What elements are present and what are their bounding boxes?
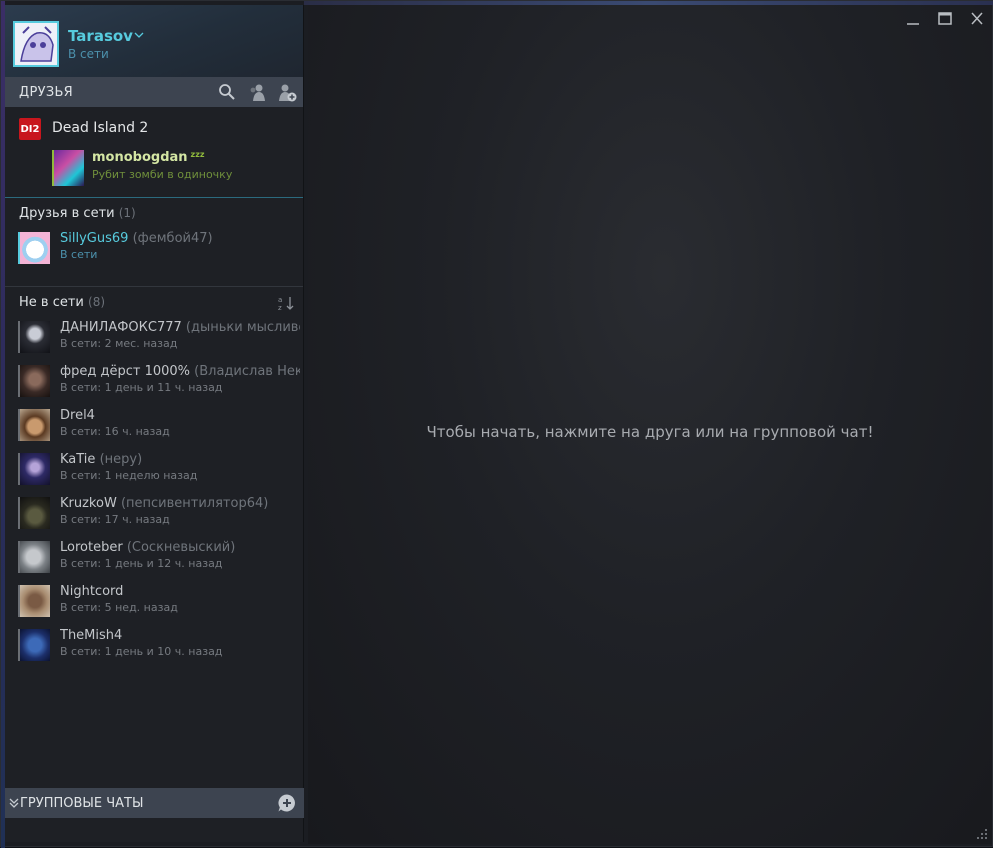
close-icon[interactable] — [968, 11, 986, 27]
profile-name[interactable]: Tarasov — [68, 27, 133, 45]
friend-status: В сети: 2 мес. назад — [60, 337, 178, 350]
friend-name: KruzkoW (пепсивентилятор64) — [60, 496, 300, 511]
in-game-friend[interactable]: monobogdan zzz Рубит зомби в одиночку — [48, 150, 298, 190]
friends-title: ДРУЗЬЯ — [19, 85, 74, 100]
friend-name-text: KaTie — [60, 452, 96, 467]
offline-count: (8) — [88, 295, 106, 309]
friend-row[interactable]: Drel4 В сети: 16 ч. назад — [5, 405, 300, 449]
friend-row[interactable]: TheMish4 В сети: 1 день и 10 ч. назад — [5, 625, 300, 669]
friend-name-text: Drel4 — [60, 408, 95, 423]
friend-name: Drel4 — [60, 408, 300, 423]
online-heading-text: Друзья в сети — [19, 206, 115, 221]
svg-text:a: a — [278, 296, 282, 304]
friend-row[interactable]: фред дёрст 1000% (Владислав Нек В сети: … — [5, 361, 300, 405]
friend-name: monobogdan zzz — [92, 150, 205, 165]
friend-row[interactable]: Nightcord В сети: 5 нед. назад — [5, 581, 300, 625]
friend-avatar[interactable] — [18, 497, 50, 529]
friend-name: KaTie (нeру) — [60, 452, 300, 467]
chevron-double-down-icon[interactable] — [9, 797, 19, 809]
window-controls — [904, 11, 986, 27]
group-chats-bar[interactable]: ГРУППОВЫЕ ЧАТЫ — [5, 788, 304, 818]
offline-group: Не в сети (8) a z ДАНИЛАФОКС777 (дыньки … — [5, 287, 303, 669]
friend-nickname: (Соскневыский) — [126, 540, 236, 555]
offline-heading-text: Не в сети — [19, 295, 84, 310]
maximize-icon[interactable] — [936, 11, 954, 27]
friend-row[interactable]: KaTie (нeру) В сети: 1 неделю назад — [5, 449, 300, 493]
online-group: Друзья в сети (1) SillyGus69 (фембой47) … — [5, 198, 303, 287]
add-group-chat-icon[interactable] — [277, 793, 297, 813]
game-name[interactable]: Dead Island 2 — [52, 120, 148, 136]
friend-avatar[interactable] — [18, 409, 50, 441]
steam-friends-window: Tarasov В сети ДРУЗЬЯ DI2 Dead Island 2 … — [0, 0, 993, 848]
friend-name: ДАНИЛАФОКС777 (дыньки мысливо — [60, 320, 300, 335]
profile-status: В сети — [68, 47, 109, 61]
svg-text:z: z — [278, 304, 282, 311]
add-friend-icon[interactable] — [277, 82, 297, 102]
minimize-icon[interactable] — [904, 11, 922, 27]
search-icon[interactable] — [217, 82, 237, 102]
friend-name: Nightcord — [60, 584, 300, 599]
online-heading-label: Друзья в сети (1) — [19, 206, 136, 221]
friend-name: фред дёрст 1000% (Владислав Нек — [60, 364, 300, 379]
friend-name: Loroteber (Соскневыский) — [60, 540, 300, 555]
friend-name-text: TheMish4 — [60, 628, 123, 643]
friend-avatar[interactable] — [18, 585, 50, 617]
my-avatar[interactable] — [13, 21, 59, 67]
game-icon: DI2 — [19, 118, 41, 140]
friend-status: В сети: 1 день и 12 ч. назад — [60, 557, 223, 570]
friend-name-text: Nightcord — [60, 584, 124, 599]
offline-heading[interactable]: Не в сети (8) a z — [5, 287, 303, 317]
sort-icon[interactable]: a z — [277, 295, 295, 311]
friend-name-text: SillyGus69 — [60, 231, 129, 246]
chevron-down-icon[interactable] — [133, 29, 145, 41]
friend-row[interactable]: Loroteber (Соскневыский) В сети: 1 день … — [5, 537, 300, 581]
friend-status: В сети: 17 ч. назад — [60, 513, 170, 526]
friend-avatar[interactable] — [52, 150, 84, 186]
away-badge: zzz — [190, 150, 205, 159]
friend-row[interactable]: ДАНИЛАФОКС777 (дыньки мысливо В сети: 2 … — [5, 317, 300, 361]
friend-name-text: фред дёрст 1000% — [60, 364, 191, 379]
friend-avatar[interactable] — [18, 541, 50, 573]
online-heading[interactable]: Друзья в сети (1) — [5, 198, 303, 228]
friend-avatar[interactable] — [18, 453, 50, 485]
friends-panel: Tarasov В сети ДРУЗЬЯ DI2 Dead Island 2 … — [5, 5, 304, 842]
friend-nickname: (пепсивентилятор64) — [120, 496, 269, 511]
friend-nickname: (Владислав Нек — [194, 364, 300, 379]
friend-name: SillyGus69 (фембой47) — [60, 231, 300, 246]
chat-area: Чтобы начать, нажмите на друга или на гр… — [308, 5, 992, 844]
friend-name-text: Loroteber — [60, 540, 123, 555]
friend-nickname: (фембой47) — [132, 231, 213, 246]
offline-heading-label: Не в сети (8) — [19, 295, 105, 310]
friend-name-text: ДАНИЛАФОКС777 — [60, 320, 182, 335]
friend-name-text: KruzkoW — [60, 496, 117, 511]
friend-avatar[interactable] — [18, 321, 50, 353]
friend-status: В сети: 16 ч. назад — [60, 425, 170, 438]
friend-name: TheMish4 — [60, 628, 300, 643]
friend-row[interactable]: SillyGus69 (фембой47) В сети — [5, 228, 300, 272]
in-game-group: DI2 Dead Island 2 monobogdan zzz Рубит зо… — [5, 107, 303, 198]
friend-name-text: monobogdan — [92, 150, 188, 165]
friend-activity: Рубит зомби в одиночку — [92, 168, 233, 181]
friend-avatar[interactable] — [18, 629, 50, 661]
friend-avatar[interactable] — [18, 365, 50, 397]
friend-status: В сети: 1 неделю назад — [60, 469, 198, 482]
group-chats-label: ГРУППОВЫЕ ЧАТЫ — [20, 796, 144, 811]
friend-status: В сети — [60, 248, 98, 261]
friend-status: В сети: 5 нед. назад — [60, 601, 178, 614]
friend-nickname: (нeру) — [99, 452, 143, 467]
friend-row[interactable]: KruzkoW (пепсивентилятор64) В сети: 17 ч… — [5, 493, 300, 537]
friend-status: В сети: 1 день и 11 ч. назад — [60, 381, 223, 394]
friend-avatar[interactable] — [18, 232, 50, 264]
friend-status: В сети: 1 день и 10 ч. назад — [60, 645, 223, 658]
manage-friends-icon[interactable] — [248, 82, 268, 102]
friends-bar: ДРУЗЬЯ — [5, 77, 303, 107]
profile-header[interactable]: Tarasov В сети — [5, 5, 303, 77]
resize-grip-icon[interactable] — [975, 827, 989, 841]
online-count: (1) — [118, 206, 136, 220]
friend-nickname: (дыньки мысливо — [185, 320, 300, 335]
chat-placeholder-text: Чтобы начать, нажмите на друга или на гр… — [426, 423, 874, 441]
